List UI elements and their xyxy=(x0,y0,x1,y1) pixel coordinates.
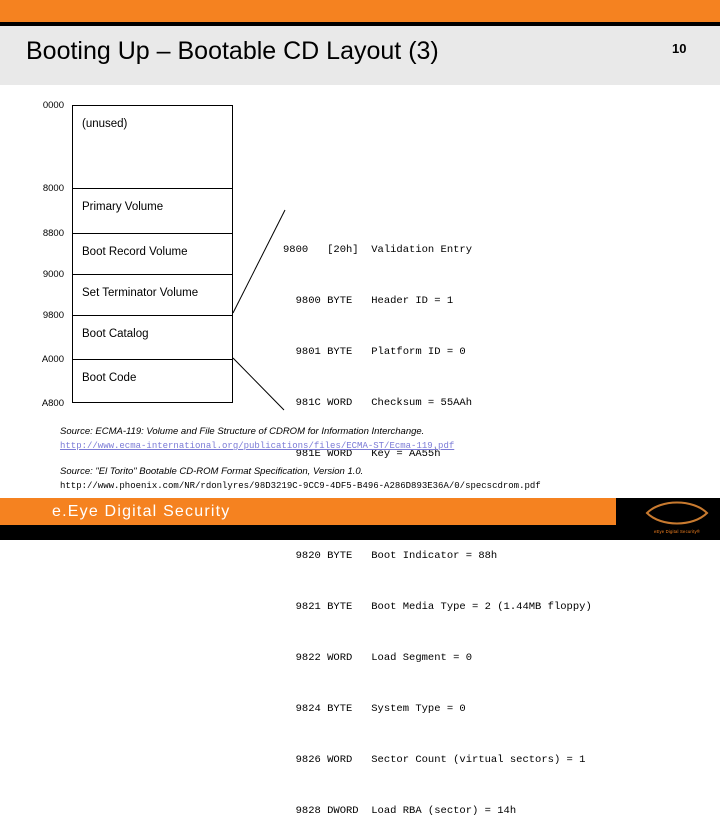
catalog-row-text: 981C WORD Checksum = 55AAh xyxy=(283,397,473,409)
map-address-label: 0000 xyxy=(42,100,64,111)
map-block: Boot Catalog xyxy=(72,315,233,359)
catalog-row-text: 9822 WORD Load Segment = 0 xyxy=(283,652,473,664)
source-caption-ecma: Source: ECMA-119: Volume and File Struct… xyxy=(60,426,425,437)
catalog-row: 9822 WORD Load Segment = 0 xyxy=(283,650,592,667)
catalog-row-text: 9821 BYTE Boot Media Type = 2 (1.44MB fl… xyxy=(283,601,592,613)
map-block: (unused) xyxy=(72,105,233,188)
footer-logo-caption: eEye Digital Security® xyxy=(653,529,701,534)
sources-block: Source: ECMA-119: Volume and File Struct… xyxy=(60,425,660,493)
source-link-ecma[interactable]: http://www.ecma-international.org/public… xyxy=(60,439,660,453)
catalog-row-text: 9800 BYTE Header ID = 1 xyxy=(283,295,454,307)
catalog-row: 9800 BYTE Header ID = 1 xyxy=(283,293,592,310)
cd-layout-memory-map: (unused) Primary Volume Boot Record Volu… xyxy=(42,100,233,409)
map-block: Primary Volume xyxy=(72,188,233,233)
map-block-label: Boot Catalog xyxy=(82,328,149,340)
catalog-row: 9821 BYTE Boot Media Type = 2 (1.44MB fl… xyxy=(283,599,592,616)
map-block-label: Set Terminator Volume xyxy=(82,287,199,299)
map-address-label: A000 xyxy=(41,354,64,365)
catalog-row: 9820 BYTE Boot Indicator = 88h xyxy=(283,548,592,565)
map-address-label: 9800 xyxy=(42,310,64,321)
map-address-label: A800 xyxy=(41,398,64,409)
map-block-label: Primary Volume xyxy=(82,201,164,213)
map-block: Set Terminator Volume xyxy=(72,274,233,315)
page-title: Booting Up – Bootable CD Layout (3) xyxy=(26,37,439,65)
map-block-label: Boot Code xyxy=(82,372,137,384)
map-block-label: Boot Record Volume xyxy=(82,246,188,258)
catalog-row-text: 9828 DWORD Load RBA (sector) = 14h xyxy=(283,805,517,817)
leader-line-boot-code xyxy=(232,357,285,411)
source-link-eltorito[interactable]: http://www.phoenix.com/NR/rdonlyres/98D3… xyxy=(60,479,660,493)
catalog-row: 9828 DWORD Load RBA (sector) = 14h xyxy=(283,803,592,820)
top-accent-band xyxy=(0,0,720,22)
map-block-label: (unused) xyxy=(82,118,128,130)
slide-number: 10 xyxy=(672,41,687,56)
map-address-label: 9000 xyxy=(42,269,64,280)
catalog-row: 9801 BYTE Platform ID = 0 xyxy=(283,344,592,361)
map-block: Boot Code xyxy=(72,359,233,403)
catalog-row-text: 9801 BYTE Platform ID = 0 xyxy=(283,346,466,358)
leader-line-boot-catalog xyxy=(232,209,286,314)
catalog-row-text: 9820 BYTE Boot Indicator = 88h xyxy=(283,550,498,562)
svg-text:e: e xyxy=(671,504,682,526)
catalog-row: 9824 BYTE System Type = 0 xyxy=(283,701,592,718)
map-address-label: 8000 xyxy=(42,183,64,194)
catalog-row-text: 9824 BYTE System Type = 0 xyxy=(283,703,466,715)
catalog-row: 9800 [20h] Validation Entry xyxy=(283,242,592,259)
source-caption-eltorito: Source: "El Torito" Bootable CD-ROM Form… xyxy=(60,466,364,477)
catalog-row: 9826 WORD Sector Count (virtual sectors)… xyxy=(283,752,592,769)
catalog-row-text: 9826 WORD Sector Count (virtual sectors)… xyxy=(283,754,586,766)
footer-brand-text: e.Eye Digital Security xyxy=(52,503,231,520)
catalog-row: 981C WORD Checksum = 55AAh xyxy=(283,395,592,412)
map-block: Boot Record Volume xyxy=(72,233,233,274)
catalog-row-text: 9800 [20h] Validation Entry xyxy=(283,244,473,256)
map-address-label: 8800 xyxy=(42,228,64,239)
sources-spacer xyxy=(60,453,660,465)
